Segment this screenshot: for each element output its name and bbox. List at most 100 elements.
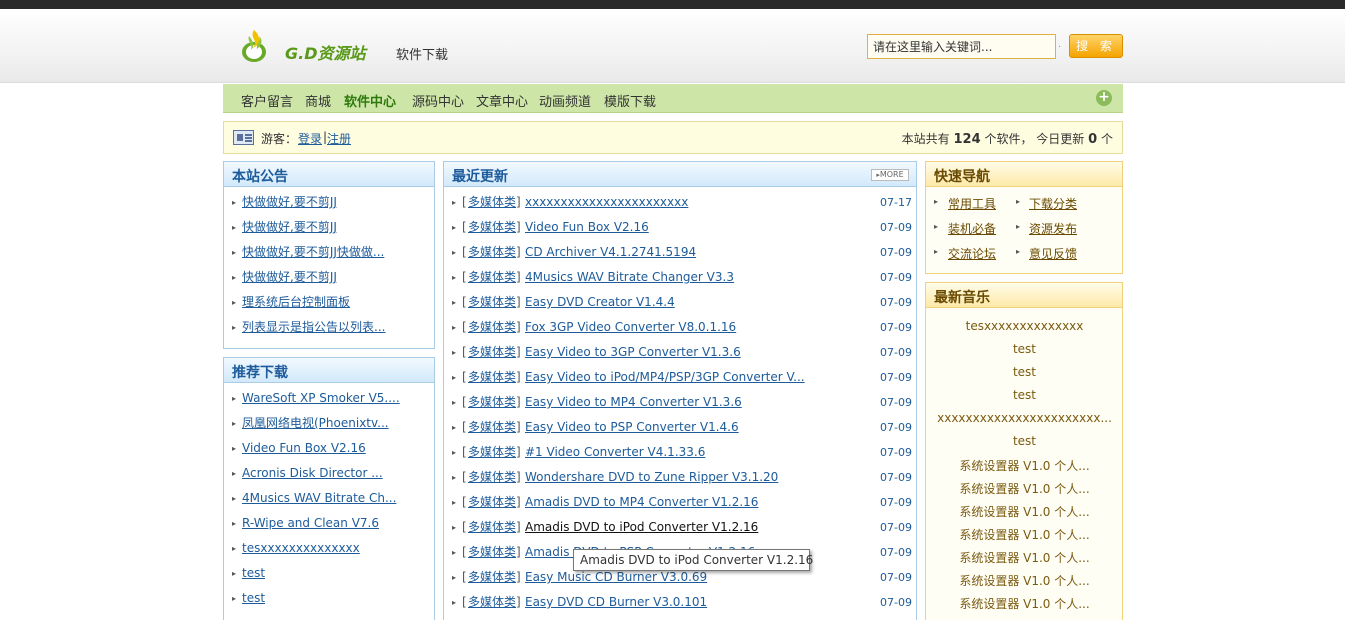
quicknav-feedback-link[interactable]: 意见反馈: [1029, 245, 1077, 262]
bracket-open: [: [462, 520, 467, 534]
today-count: 0: [1088, 132, 1098, 147]
music-link[interactable]: xxxxxxxxxxxxxxxxxxxxxxx...: [926, 411, 1122, 425]
recommended-link[interactable]: Video Fun Box V2.16: [242, 436, 366, 461]
more-button[interactable]: ▸MORE: [871, 169, 909, 181]
software-link[interactable]: Easy Video to 3GP Converter V1.3.6: [525, 340, 741, 365]
announcement-link[interactable]: 快做做好,要不剪JJ: [242, 265, 337, 290]
nav-item-articles[interactable]: 文章中心: [476, 91, 528, 110]
nav-item-animation[interactable]: 动画频道: [539, 91, 591, 110]
category-link[interactable]: 多媒体类: [468, 515, 516, 540]
bracket-open: [: [462, 195, 467, 209]
nav-item-shop[interactable]: 商城: [305, 91, 331, 110]
recommended-link[interactable]: R-Wipe and Clean V7.6: [242, 511, 379, 536]
recommended-link[interactable]: 凤凰网络电视(Phoenixtv...: [242, 411, 389, 436]
software-link[interactable]: Amadis DVD to MP4 Converter V1.2.16: [525, 490, 758, 515]
software-link[interactable]: Easy Video to iPod/MP4/PSP/3GP Converter…: [525, 365, 805, 390]
quicknav-forum-link[interactable]: 交流论坛: [948, 245, 996, 262]
category-link[interactable]: 多媒体类: [468, 365, 516, 390]
bullet-icon: ▸: [232, 594, 237, 603]
music-title: 最新音乐: [934, 290, 990, 306]
music-link[interactable]: 系统设置器 V1.0 个人...: [926, 549, 1122, 566]
list-item: ▸ Acronis Disk Director ...: [224, 461, 434, 486]
software-link[interactable]: 4Musics WAV Bitrate Changer V3.3: [525, 265, 734, 290]
announcement-link[interactable]: 理系统后台控制面板: [242, 290, 350, 315]
category-link[interactable]: 多媒体类: [468, 440, 516, 465]
category-link[interactable]: 多媒体类: [468, 340, 516, 365]
category-link[interactable]: 多媒体类: [468, 415, 516, 440]
category-link[interactable]: 多媒体类: [468, 490, 516, 515]
nav-item-source[interactable]: 源码中心: [412, 91, 464, 110]
site-stats: 本站共有 124 个软件， 今日更新 0 个: [902, 130, 1113, 147]
category-link[interactable]: 多媒体类: [468, 290, 516, 315]
category-link[interactable]: 多媒体类: [468, 565, 516, 590]
update-date: 07-09: [880, 596, 912, 609]
updates-header: 最近更新 ▸MORE: [444, 162, 916, 187]
music-link[interactable]: test: [926, 342, 1122, 356]
software-link[interactable]: Easy Video to PSP Converter V1.4.6: [525, 415, 739, 440]
music-link[interactable]: 系统设置器 V1.0 个人...: [926, 503, 1122, 520]
bullet-icon: ▸: [452, 448, 457, 457]
announcement-link[interactable]: 快做做好,要不剪JJ快做做...: [242, 240, 384, 265]
search-input[interactable]: [867, 34, 1056, 59]
music-link[interactable]: tesxxxxxxxxxxxxxx: [926, 319, 1122, 333]
bullet-icon: ▸: [232, 494, 237, 503]
software-link[interactable]: xxxxxxxxxxxxxxxxxxxxxxx: [525, 190, 688, 215]
update-row: ▸ [多媒体类] xxxxxxxxxxxxxxxxxxxxxxx 07-17: [444, 190, 916, 215]
bracket-open: [: [462, 220, 467, 234]
category-link[interactable]: 多媒体类: [468, 240, 516, 265]
category-link[interactable]: 多媒体类: [468, 540, 516, 565]
category-link[interactable]: 多媒体类: [468, 390, 516, 415]
category-link[interactable]: 多媒体类: [468, 465, 516, 490]
quicknav-publish-link[interactable]: 资源发布: [1029, 220, 1077, 237]
software-link[interactable]: Easy DVD CD Burner V3.0.101: [525, 590, 707, 615]
update-date: 07-09: [880, 571, 912, 584]
music-link[interactable]: 系统设置器 V1.0 个人...: [926, 572, 1122, 589]
recommended-link[interactable]: tesxxxxxxxxxxxxxx: [242, 536, 360, 561]
announcement-link[interactable]: 快做做好,要不剪JJ: [242, 190, 337, 215]
software-link[interactable]: Wondershare DVD to Zune Ripper V3.1.20: [525, 465, 778, 490]
music-link[interactable]: 系统设置器 V1.0 个人...: [926, 480, 1122, 497]
category-link[interactable]: 多媒体类: [468, 265, 516, 290]
quicknav-tools-link[interactable]: 常用工具: [948, 195, 996, 212]
software-link[interactable]: CD Archiver V4.1.2741.5194: [525, 240, 696, 265]
announcement-link[interactable]: 列表显示是指公告以列表...: [242, 315, 385, 340]
software-link[interactable]: Amadis DVD to iPod Converter V1.2.16: [525, 515, 758, 540]
register-link[interactable]: 注册: [327, 130, 351, 147]
bracket-open: [: [462, 270, 467, 284]
recommended-link[interactable]: 4Musics WAV Bitrate Ch...: [242, 486, 396, 511]
login-link[interactable]: 登录: [298, 130, 322, 147]
logo-flame-icon[interactable]: [239, 28, 269, 64]
nav-item-software[interactable]: 软件中心: [344, 91, 396, 110]
category-link[interactable]: 多媒体类: [468, 215, 516, 240]
software-link[interactable]: Easy DVD Creator V1.4.4: [525, 290, 675, 315]
logo-text[interactable]: G.D资源站: [285, 40, 366, 64]
bracket-open: [: [462, 370, 467, 384]
software-link[interactable]: Easy Video to MP4 Converter V1.3.6: [525, 390, 742, 415]
recommended-link[interactable]: WareSoft XP Smoker V5....: [242, 386, 400, 411]
software-link[interactable]: Fox 3GP Video Converter V8.0.1.16: [525, 315, 736, 340]
music-link[interactable]: test: [926, 434, 1122, 448]
plus-icon[interactable]: +: [1096, 90, 1112, 106]
quicknav-essentials-link[interactable]: 装机必备: [948, 220, 996, 237]
search-button[interactable]: 搜 索: [1069, 34, 1123, 58]
software-link[interactable]: #1 Video Converter V4.1.33.6: [525, 440, 705, 465]
music-link[interactable]: test: [926, 388, 1122, 402]
music-link[interactable]: 系统设置器 V1.0 个人...: [926, 595, 1122, 612]
category-link[interactable]: 多媒体类: [468, 315, 516, 340]
list-item: ▸ tesxxxxxxxxxxxxxx: [224, 536, 434, 561]
category-link[interactable]: 多媒体类: [468, 190, 516, 215]
update-row: ▸ [多媒体类] Easy Video to 3GP Converter V1.3.…: [444, 340, 916, 365]
list-item: ▸ 列表显示是指公告以列表...: [224, 315, 434, 340]
music-link[interactable]: test: [926, 365, 1122, 379]
nav-item-guestbook[interactable]: 客户留言: [241, 91, 293, 110]
music-link[interactable]: 系统设置器 V1.0 个人...: [926, 526, 1122, 543]
announcement-link[interactable]: 快做做好,要不剪JJ: [242, 215, 337, 240]
category-link[interactable]: 多媒体类: [468, 590, 516, 615]
recommended-link[interactable]: test: [242, 561, 265, 586]
quicknav-categories-link[interactable]: 下载分类: [1029, 195, 1077, 212]
recommended-link[interactable]: test: [242, 586, 265, 611]
software-link[interactable]: Video Fun Box V2.16: [525, 215, 649, 240]
music-link[interactable]: 系统设置器 V1.0 个人...: [926, 457, 1122, 474]
nav-item-templates[interactable]: 模版下载: [604, 91, 656, 110]
recommended-link[interactable]: Acronis Disk Director ...: [242, 461, 383, 486]
